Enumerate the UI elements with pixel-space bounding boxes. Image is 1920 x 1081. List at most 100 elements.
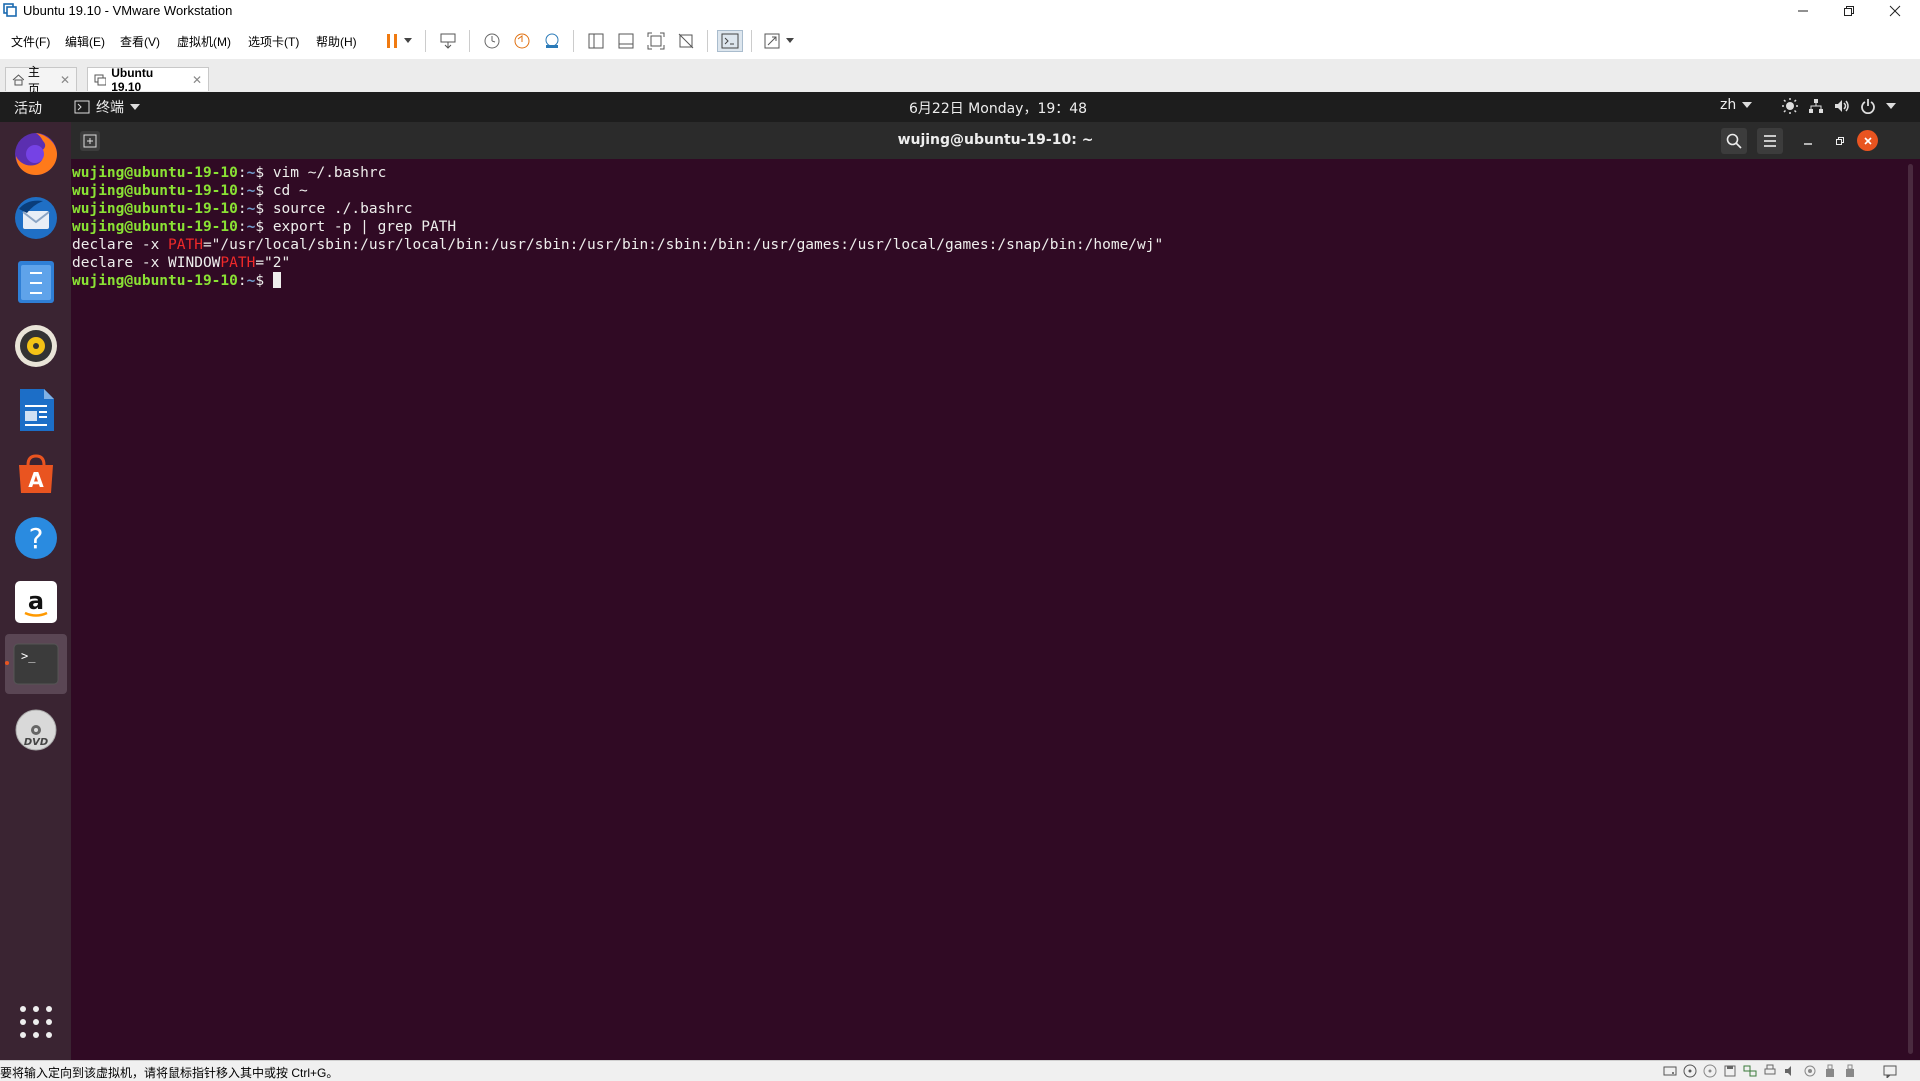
snapshot-manager-button[interactable] — [541, 30, 563, 52]
close-window-button[interactable] — [1872, 0, 1918, 22]
close-tab-icon[interactable]: ✕ — [192, 73, 202, 87]
dock-dvd[interactable]: DVD — [12, 706, 60, 754]
gnome-topbar: 活动 终端 6月22日 Monday，19：48 zh — [0, 92, 1920, 122]
terminal-output-line: declare -x WINDOWPATH="2" — [72, 254, 290, 272]
network-icon — [1809, 99, 1823, 113]
bottom-panel-icon — [618, 33, 634, 49]
console-view-button[interactable] — [717, 30, 743, 52]
tab-home[interactable]: 主页 ✕ — [5, 65, 77, 96]
minimize-button[interactable] — [1780, 0, 1826, 22]
dock-rhythmbox[interactable] — [12, 322, 60, 370]
cd-dvd-icon[interactable] — [1683, 1064, 1697, 1078]
camera-icon[interactable] — [1803, 1064, 1817, 1078]
usb-device-2-icon[interactable] — [1843, 1064, 1857, 1078]
printer-icon[interactable] — [1763, 1064, 1777, 1078]
pause-button[interactable] — [381, 30, 403, 52]
menu-file[interactable]: 文件(F) — [11, 33, 50, 50]
network-adapter-icon[interactable] — [1743, 1064, 1757, 1078]
revert-snapshot-icon — [514, 33, 530, 49]
send-ctrl-alt-del-button[interactable] — [437, 30, 459, 52]
home-icon — [12, 73, 24, 85]
software-center-icon: A — [19, 454, 53, 493]
terminal-search-button[interactable] — [1721, 128, 1747, 154]
running-indicator — [5, 661, 9, 665]
usb-device-icon[interactable] — [1823, 1064, 1837, 1078]
dock-files[interactable] — [12, 258, 60, 306]
unity-mode-button[interactable] — [675, 30, 697, 52]
stretch-guest-button[interactable] — [761, 30, 783, 52]
hard-disk-icon[interactable] — [1663, 1064, 1677, 1078]
terminal-restore-button[interactable] — [1829, 130, 1851, 152]
library-view-button[interactable] — [585, 30, 607, 52]
command-text: export -p | grep PATH — [272, 219, 457, 235]
input-method-label: zh — [1720, 97, 1737, 113]
thunderbird-icon — [15, 197, 57, 239]
power-dropdown[interactable] — [401, 30, 415, 52]
dock-software[interactable]: A — [12, 450, 60, 498]
dock-terminal[interactable]: >_ — [12, 640, 60, 688]
terminal-menu-button[interactable] — [1757, 128, 1783, 154]
terminal-prompt-line: wujing@ubuntu-19-10:~$ source ./.bashrc — [72, 201, 413, 217]
floppy-icon[interactable] — [1723, 1064, 1737, 1078]
grep-match: PATH — [220, 255, 256, 271]
output-text: ="/usr/local/sbin:/usr/local/bin:/usr/sb… — [202, 237, 1164, 253]
dock-firefox[interactable] — [12, 130, 60, 178]
revert-snapshot-button[interactable] — [511, 30, 533, 52]
chevron-down-icon — [130, 104, 140, 110]
vmware-titlebar: Ubuntu 19.10 - VMware Workstation — [0, 0, 1920, 22]
chevron-down-icon — [1742, 102, 1753, 108]
input-method-indicator[interactable]: zh — [1720, 97, 1753, 113]
chevron-down-icon — [786, 38, 794, 43]
app-menu[interactable]: 终端 — [74, 97, 140, 117]
snapshot-manager-icon — [545, 33, 559, 48]
prompt-user: wujing@ubuntu-19-10 — [72, 219, 238, 235]
menu-vm[interactable]: 虚拟机(M) — [177, 33, 231, 50]
terminal-body[interactable]: wujing@ubuntu-19-10:~$ vim ~/.bashrc wuji… — [71, 159, 1920, 1060]
message-log-icon[interactable] — [1883, 1064, 1897, 1078]
restore-icon — [1844, 6, 1854, 16]
cd-dvd-secondary-icon[interactable] — [1703, 1064, 1717, 1078]
restore-button[interactable] — [1826, 0, 1872, 22]
files-icon — [18, 261, 54, 303]
fullscreen-button[interactable] — [645, 30, 667, 52]
terminal-headerbar: wujing@ubuntu-19-10: ~ — [71, 122, 1920, 159]
power-icon — [1861, 99, 1875, 114]
close-tab-icon[interactable]: ✕ — [60, 73, 70, 87]
dock-amazon[interactable]: a — [12, 578, 60, 626]
stretch-dropdown[interactable] — [783, 30, 797, 52]
activities-button[interactable]: 活动 — [14, 98, 42, 118]
terminal-scrollbar[interactable] — [1908, 164, 1913, 1054]
toolbar-divider — [573, 30, 574, 52]
search-icon — [1726, 133, 1742, 149]
menu-tabs[interactable]: 选项卡(T) — [248, 33, 299, 50]
clock[interactable]: 6月22日 Monday，19：48 — [909, 98, 1087, 118]
terminal-minimize-button[interactable] — [1797, 130, 1819, 152]
dock-libreoffice-writer[interactable] — [12, 386, 60, 434]
prompt-path: ~ — [246, 165, 256, 181]
guest-display[interactable]: 活动 终端 6月22日 Monday，19：48 zh A ? a >_ DVD… — [0, 92, 1920, 1060]
volume-icon — [1835, 100, 1849, 112]
dock-help[interactable]: ? — [12, 514, 60, 562]
status-message: 要将输入定向到该虚拟机，请将鼠标指针移入其中或按 Ctrl+G。 — [0, 1066, 339, 1080]
snapshot-button[interactable] — [481, 30, 503, 52]
vmware-app-icon — [3, 3, 17, 17]
sound-card-icon[interactable] — [1783, 1064, 1797, 1078]
pause-icon — [387, 34, 397, 48]
terminal-close-button[interactable] — [1857, 130, 1878, 151]
output-text: declare -x — [72, 237, 169, 253]
menu-edit[interactable]: 编辑(E) — [65, 33, 105, 50]
prompt-path: ~ — [246, 219, 256, 235]
svg-text:>_: >_ — [21, 649, 36, 663]
amazon-icon: a — [15, 581, 57, 623]
toolbar-divider — [469, 30, 470, 52]
thumbnail-bar-button[interactable] — [615, 30, 637, 52]
menu-view[interactable]: 查看(V) — [120, 33, 160, 50]
dock-show-applications[interactable] — [12, 998, 60, 1046]
svg-text:DVD: DVD — [24, 737, 48, 748]
dock-thunderbird[interactable] — [12, 194, 60, 242]
stretch-icon — [764, 33, 780, 49]
menu-help[interactable]: 帮助(H) — [316, 33, 357, 50]
tab-ubuntu[interactable]: Ubuntu 19.10 ✕ — [87, 66, 209, 94]
prompt-user: wujing@ubuntu-19-10 — [72, 201, 238, 217]
system-tray[interactable] — [1782, 98, 1896, 114]
